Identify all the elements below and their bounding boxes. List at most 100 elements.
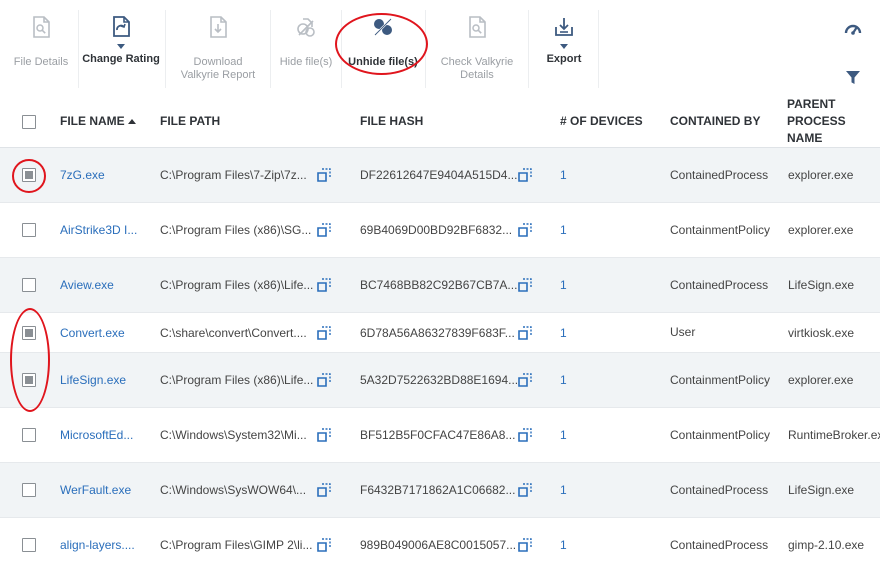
devices-count-link[interactable]: 1	[560, 313, 567, 352]
check-valkyrie-icon	[462, 12, 492, 42]
devices-count-link[interactable]: 1	[560, 408, 567, 462]
file-name-link[interactable]: align-layers....	[60, 518, 135, 563]
contained-by-value: Containment Policy	[670, 408, 770, 462]
devices-count-link[interactable]: 1	[560, 203, 567, 257]
table-row[interactable]: WerFault.exe C:\Windows\SysWOW64\... F6432…	[0, 463, 880, 518]
row-checkbox[interactable]	[22, 538, 36, 552]
file-name-link[interactable]: WerFault.exe	[60, 463, 131, 517]
contained-by-value: User	[670, 313, 750, 352]
file-path-value: C:\share\convert\Convert....	[160, 325, 307, 340]
copy-hash-icon[interactable]	[517, 167, 533, 183]
check-valkyrie-line1: Check Valkyrie	[440, 56, 514, 68]
devices-count-link[interactable]: 1	[560, 353, 567, 407]
devices-count-link[interactable]: 1	[560, 148, 567, 202]
devices-count-link[interactable]: 1	[560, 518, 567, 563]
table-row[interactable]: Aview.exe C:\Program Files (x86)\Life... B…	[0, 258, 880, 313]
copy-path-icon[interactable]	[316, 372, 332, 388]
copy-hash-icon[interactable]	[517, 482, 533, 498]
contained-by-text: Containment Policy	[670, 222, 770, 239]
parent-process-value: explorer.exe	[788, 168, 854, 182]
file-hash-value: 989B049006AE8C0015057...	[360, 538, 517, 552]
row-select-cell	[22, 408, 36, 462]
table-header: FILE NAME FILE PATH FILE HASH # OF DEVIC…	[0, 95, 880, 148]
dashboard-gauge-icon[interactable]	[842, 18, 864, 40]
table-row[interactable]: LifeSign.exe C:\Program Files (x86)\Life.…	[0, 353, 880, 408]
row-checkbox[interactable]	[22, 483, 36, 497]
file-name-link[interactable]: AirStrike3D I...	[60, 203, 137, 257]
contained-by-line1: Containment	[670, 427, 739, 442]
file-path-value: C:\Windows\System32\Mi...	[160, 428, 307, 442]
copy-path-icon[interactable]	[316, 427, 332, 443]
copy-hash-icon[interactable]	[517, 277, 533, 293]
toolbar-divider	[270, 10, 271, 88]
row-checkbox[interactable]	[22, 223, 36, 237]
change-rating-caret-icon	[117, 44, 125, 49]
file-name-link[interactable]: LifeSign.exe	[60, 353, 126, 407]
toolbar-divider	[341, 10, 342, 88]
unhide-files-label: Unhide file(s)	[348, 56, 418, 68]
row-select-cell	[22, 518, 36, 563]
file-details-button[interactable]: File Details	[8, 12, 74, 69]
filter-icon[interactable]	[842, 66, 864, 88]
copy-hash-icon[interactable]	[517, 325, 533, 341]
check-valkyrie-details-button[interactable]: Check Valkyrie Details	[432, 12, 522, 82]
column-devices-label: # OF DEVICES	[560, 114, 643, 128]
toolbar-divider	[425, 10, 426, 88]
column-file-path[interactable]: FILE PATH	[160, 95, 220, 148]
column-contained-by[interactable]: CONTAINED BY	[670, 95, 760, 148]
row-checkbox[interactable]	[22, 373, 36, 387]
parent-process-value: LifeSign.exe	[788, 483, 855, 497]
parent-label-line1: PARENT	[787, 97, 836, 111]
change-rating-label: Change Rating	[82, 53, 160, 65]
copy-hash-icon[interactable]	[517, 372, 533, 388]
devices-count-link[interactable]: 1	[560, 463, 567, 517]
download-label-line2: Valkyrie Report	[180, 69, 256, 81]
row-checkbox[interactable]	[22, 325, 36, 340]
column-file-hash[interactable]: FILE HASH	[360, 95, 423, 148]
copy-hash-icon[interactable]	[517, 537, 533, 553]
file-name-link[interactable]: Aview.exe	[60, 258, 114, 312]
contained-by-text: Containment Policy	[670, 427, 770, 444]
row-checkbox[interactable]	[22, 428, 36, 442]
change-rating-button[interactable]: Change Rating	[82, 12, 160, 66]
download-valkyrie-report-button[interactable]: Download Valkyrie Report	[172, 12, 264, 82]
column-file-name[interactable]: FILE NAME	[60, 95, 136, 148]
table-row[interactable]: align-layers.... C:\Program Files\GIMP 2\…	[0, 518, 880, 563]
hide-files-button[interactable]: Hide file(s)	[274, 12, 338, 69]
file-name-link[interactable]: 7zG.exe	[60, 148, 105, 202]
unhide-files-button[interactable]: Unhide file(s)	[345, 12, 421, 69]
parent-process-value: virtkiosk.exe	[788, 325, 855, 340]
row-select-cell	[22, 313, 36, 352]
copy-hash-icon[interactable]	[517, 222, 533, 238]
copy-path-icon[interactable]	[316, 325, 332, 341]
row-checkbox[interactable]	[22, 278, 36, 292]
copy-hash-icon[interactable]	[517, 427, 533, 443]
contained-by-value: Contained Process	[670, 463, 768, 517]
copy-path-icon[interactable]	[316, 277, 332, 293]
contained-by-text: Contained Process	[670, 537, 768, 554]
table-row[interactable]: MicrosoftEd... C:\Windows\System32\Mi... B…	[0, 408, 880, 463]
contained-by-value: Containment Policy	[670, 203, 770, 257]
row-checkbox[interactable]	[22, 168, 36, 182]
export-button[interactable]: Export	[536, 12, 592, 66]
file-name-link[interactable]: Convert.exe	[60, 313, 125, 352]
copy-path-icon[interactable]	[316, 222, 332, 238]
download-report-icon	[203, 12, 233, 42]
column-parent-process[interactable]: PARENT PROCESS NAME	[787, 95, 880, 148]
table-row[interactable]: 7zG.exe C:\Program Files\7-Zip\7z... DF226…	[0, 148, 880, 203]
table-row[interactable]: AirStrike3D I... C:\Program Files (x86)\S…	[0, 203, 880, 258]
column-devices[interactable]: # OF DEVICES	[560, 95, 643, 148]
file-name-link[interactable]: MicrosoftEd...	[60, 408, 133, 462]
copy-path-icon[interactable]	[316, 167, 332, 183]
devices-count-link[interactable]: 1	[560, 258, 567, 312]
table-row[interactable]: Convert.exe C:\share\convert\Convert.... 6…	[0, 313, 880, 353]
contained-by-line2: Process	[724, 482, 769, 497]
contained-by-text: Contained Process	[670, 167, 768, 184]
copy-path-icon[interactable]	[316, 537, 332, 553]
file-path-value: C:\Program Files\7-Zip\7z...	[160, 168, 307, 182]
copy-path-icon[interactable]	[316, 482, 332, 498]
select-all-checkbox[interactable]	[22, 114, 36, 129]
contained-by-line1: Containment	[670, 222, 739, 237]
check-valkyrie-label: Check Valkyrie Details	[441, 56, 514, 82]
export-icon	[549, 12, 579, 42]
